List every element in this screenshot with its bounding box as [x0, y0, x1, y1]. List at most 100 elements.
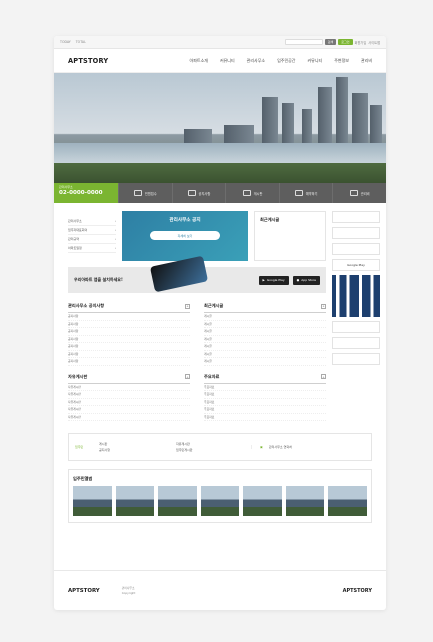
- search-input[interactable]: [284, 39, 323, 45]
- nav-item-6[interactable]: 주변정보: [334, 58, 349, 64]
- side-menu-item[interactable]: 입주자대표회의 ›: [68, 226, 116, 235]
- list-item[interactable]: 게시글: [204, 351, 326, 358]
- list-item[interactable]: 자유게시판: [68, 414, 190, 421]
- nav-item-5[interactable]: 커뮤니티: [307, 58, 322, 64]
- list-item[interactable]: 공지사항: [68, 321, 190, 328]
- quick-item[interactable]: 민원접수: [118, 183, 172, 203]
- board-recent: 최근게시글 + 게시글 게시글 게시글 게시글 게시글 게시글 게시글: [204, 303, 326, 366]
- gallery-thumb[interactable]: [285, 486, 325, 516]
- plus-icon[interactable]: +: [185, 374, 190, 379]
- board-title: 주요자료: [204, 373, 220, 379]
- list-item[interactable]: 게시글: [204, 313, 326, 321]
- nav-item-3[interactable]: 관리사무소: [247, 58, 265, 64]
- side-banner[interactable]: [332, 227, 380, 239]
- hero-building: [184, 129, 212, 143]
- side-menu-item[interactable]: 아파트일정 ›: [68, 244, 116, 253]
- list-item[interactable]: 자유게시판: [68, 406, 190, 414]
- list-item-title: 게시글: [204, 336, 212, 341]
- bottom-link[interactable]: 게시판: [99, 442, 174, 446]
- side-menu-item[interactable]: 관리규약 ›: [68, 235, 116, 244]
- list-item[interactable]: 주요자료: [204, 406, 326, 414]
- list-item[interactable]: 자유게시판: [68, 391, 190, 399]
- list-item[interactable]: 공지사항: [68, 328, 190, 336]
- list-item-title: 공지사항: [68, 359, 79, 364]
- list-item[interactable]: 게시글: [204, 343, 326, 351]
- plus-icon[interactable]: +: [321, 374, 326, 379]
- quick-item[interactable]: 게시판: [225, 183, 279, 203]
- quick-item-label: 게시판: [253, 191, 263, 196]
- main-nav: APTSTORY 아파트소개 커뮤니티 관리사무소 입주민공간 커뮤니티 주변정…: [54, 49, 386, 73]
- gallery-thumb[interactable]: [200, 486, 240, 516]
- app-store-button[interactable]: ● App Store: [292, 275, 320, 285]
- gallery-thumb[interactable]: [158, 486, 197, 516]
- hero-river: [54, 143, 386, 163]
- gallery-thumb[interactable]: [243, 486, 282, 516]
- list-item[interactable]: 주요자료: [204, 384, 326, 391]
- util-link-today[interactable]: TODAY: [60, 40, 71, 44]
- footer-logo-right: APTSTORY: [342, 587, 372, 594]
- nav-item-1[interactable]: 아파트소개: [190, 58, 208, 64]
- notice-more-button[interactable]: 자세히 보기: [150, 231, 220, 240]
- sitemap-link[interactable]: 사이트맵: [368, 40, 380, 45]
- list-item-title: 공지사항: [68, 336, 79, 341]
- bottom-link[interactable]: 입주민게시판: [176, 448, 251, 452]
- list-item[interactable]: 공지사항: [68, 313, 190, 321]
- board-title: 관리사무소 공지사항: [68, 303, 105, 308]
- quick-item[interactable]: 공지사항: [171, 183, 226, 203]
- list-item[interactable]: 게시글: [204, 328, 326, 336]
- decor-banner[interactable]: [332, 275, 380, 317]
- hero-building: [370, 105, 382, 143]
- nav-item-2[interactable]: 커뮤니티: [220, 58, 235, 64]
- list-item[interactable]: 게시글: [204, 358, 326, 366]
- util-link-total[interactable]: TOTAL: [76, 40, 86, 44]
- calendar-icon: ▣: [260, 445, 263, 449]
- bottom-link[interactable]: 공지사항: [99, 448, 174, 452]
- list-item[interactable]: 게시글: [204, 336, 326, 343]
- list-item-title: 자유게시판: [68, 407, 81, 412]
- list-item[interactable]: 게시글: [204, 321, 326, 328]
- notice-icon: [187, 190, 196, 196]
- gallery-thumb[interactable]: [115, 486, 155, 516]
- gallery-thumb[interactable]: [73, 486, 112, 516]
- nav-item-4[interactable]: 입주민공간: [277, 58, 295, 64]
- list-item-title: 공지사항: [68, 351, 79, 356]
- list-item[interactable]: 공지사항: [68, 351, 190, 358]
- list-item[interactable]: 주요자료: [204, 391, 326, 399]
- list-item[interactable]: 자유게시판: [68, 399, 190, 406]
- plus-icon[interactable]: +: [321, 303, 326, 309]
- list-item-title: 공지사항: [68, 344, 79, 349]
- google-play-banner[interactable]: Google Play: [332, 259, 380, 271]
- search-button[interactable]: 검색: [324, 39, 337, 45]
- gallery-thumb[interactable]: [328, 486, 368, 516]
- app-store-label: App Store: [301, 278, 316, 282]
- list-item-title: 공지사항: [68, 329, 79, 334]
- join-link[interactable]: 회원가입: [355, 40, 367, 45]
- bottom-link[interactable]: 자유게시판: [176, 442, 251, 446]
- login-button[interactable]: 로그인: [338, 39, 353, 45]
- plus-icon[interactable]: +: [185, 303, 190, 309]
- list-item-title: 주요자료: [204, 414, 215, 419]
- list-item-title: 공지사항: [68, 314, 79, 319]
- google-play-button[interactable]: ▶ Google Play: [258, 275, 289, 285]
- side-menu-item[interactable]: 관리사무소 ›: [68, 217, 116, 226]
- list-item[interactable]: 공지사항: [68, 336, 190, 343]
- list-item[interactable]: 공지사항: [68, 358, 190, 366]
- util-search: 검색 로그인 회원가입 사이트맵: [284, 39, 380, 45]
- quick-item[interactable]: 예약하기: [278, 183, 333, 203]
- nav-item-7[interactable]: 관리비: [361, 58, 372, 64]
- list-item[interactable]: 주요자료: [204, 399, 326, 406]
- quick-item[interactable]: 관리비: [332, 183, 386, 203]
- app-banner: 우리아파트 앱을 설치하세요! ▶ Google Play ● App Store: [68, 255, 326, 293]
- side-banner[interactable]: [332, 211, 380, 223]
- list-item[interactable]: 공지사항: [68, 343, 190, 351]
- side-banner[interactable]: [332, 321, 380, 333]
- side-banner[interactable]: [332, 353, 380, 365]
- calendar-icon: [294, 190, 303, 196]
- side-banner[interactable]: [332, 243, 380, 255]
- site-logo[interactable]: APTSTORY: [68, 57, 108, 65]
- list-item[interactable]: 자유게시판: [68, 384, 190, 391]
- google-play-label: Google Play: [266, 278, 285, 282]
- list-item[interactable]: 주요자료: [204, 414, 326, 421]
- hero-building: [302, 109, 312, 143]
- side-banner[interactable]: [332, 337, 380, 349]
